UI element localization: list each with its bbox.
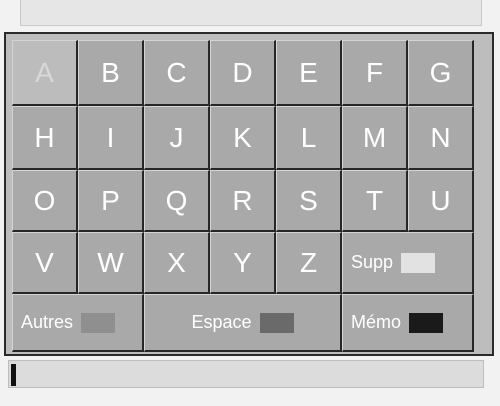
key-c[interactable]: C [144, 40, 210, 106]
key-t[interactable]: T [342, 170, 408, 232]
on-screen-keyboard: Supp Autres Espace Mémo ABCDEFG HIJKLMN OP… [4, 32, 494, 356]
key-m[interactable]: M [342, 106, 408, 170]
autres-swatch [81, 312, 116, 333]
key-j[interactable]: J [144, 106, 210, 170]
text-cursor [11, 364, 16, 386]
key-h[interactable]: H [12, 106, 78, 170]
espace-swatch [259, 312, 294, 333]
key-x[interactable]: X [144, 232, 210, 294]
key-supp-label: Supp [351, 252, 394, 272]
key-e[interactable]: E [276, 40, 342, 106]
text-input-field[interactable] [8, 360, 484, 388]
key-v[interactable]: V [12, 232, 78, 294]
memo-swatch [409, 312, 444, 333]
key-u[interactable]: U [408, 170, 474, 232]
key-f[interactable]: F [342, 40, 408, 106]
key-autres[interactable]: Autres [12, 294, 144, 352]
key-y[interactable]: Y [210, 232, 276, 294]
key-n[interactable]: N [408, 106, 474, 170]
key-a[interactable]: A [12, 40, 78, 106]
key-q[interactable]: Q [144, 170, 210, 232]
key-memo[interactable]: Mémo [342, 294, 474, 352]
key-p[interactable]: P [78, 170, 144, 232]
key-supp[interactable]: Supp [342, 232, 474, 294]
key-r[interactable]: R [210, 170, 276, 232]
key-b[interactable]: B [78, 40, 144, 106]
key-s[interactable]: S [276, 170, 342, 232]
key-g[interactable]: G [408, 40, 474, 106]
key-k[interactable]: K [210, 106, 276, 170]
key-o[interactable]: O [12, 170, 78, 232]
key-autres-label: Autres [21, 312, 74, 332]
key-d[interactable]: D [210, 40, 276, 106]
key-l[interactable]: L [276, 106, 342, 170]
key-i[interactable]: I [78, 106, 144, 170]
key-espace[interactable]: Espace [144, 294, 342, 352]
top-text-field[interactable] [20, 0, 482, 26]
key-memo-label: Mémo [351, 312, 402, 332]
key-z[interactable]: Z [276, 232, 342, 294]
key-espace-label: Espace [191, 312, 252, 332]
supp-swatch [401, 252, 436, 273]
key-w[interactable]: W [78, 232, 144, 294]
